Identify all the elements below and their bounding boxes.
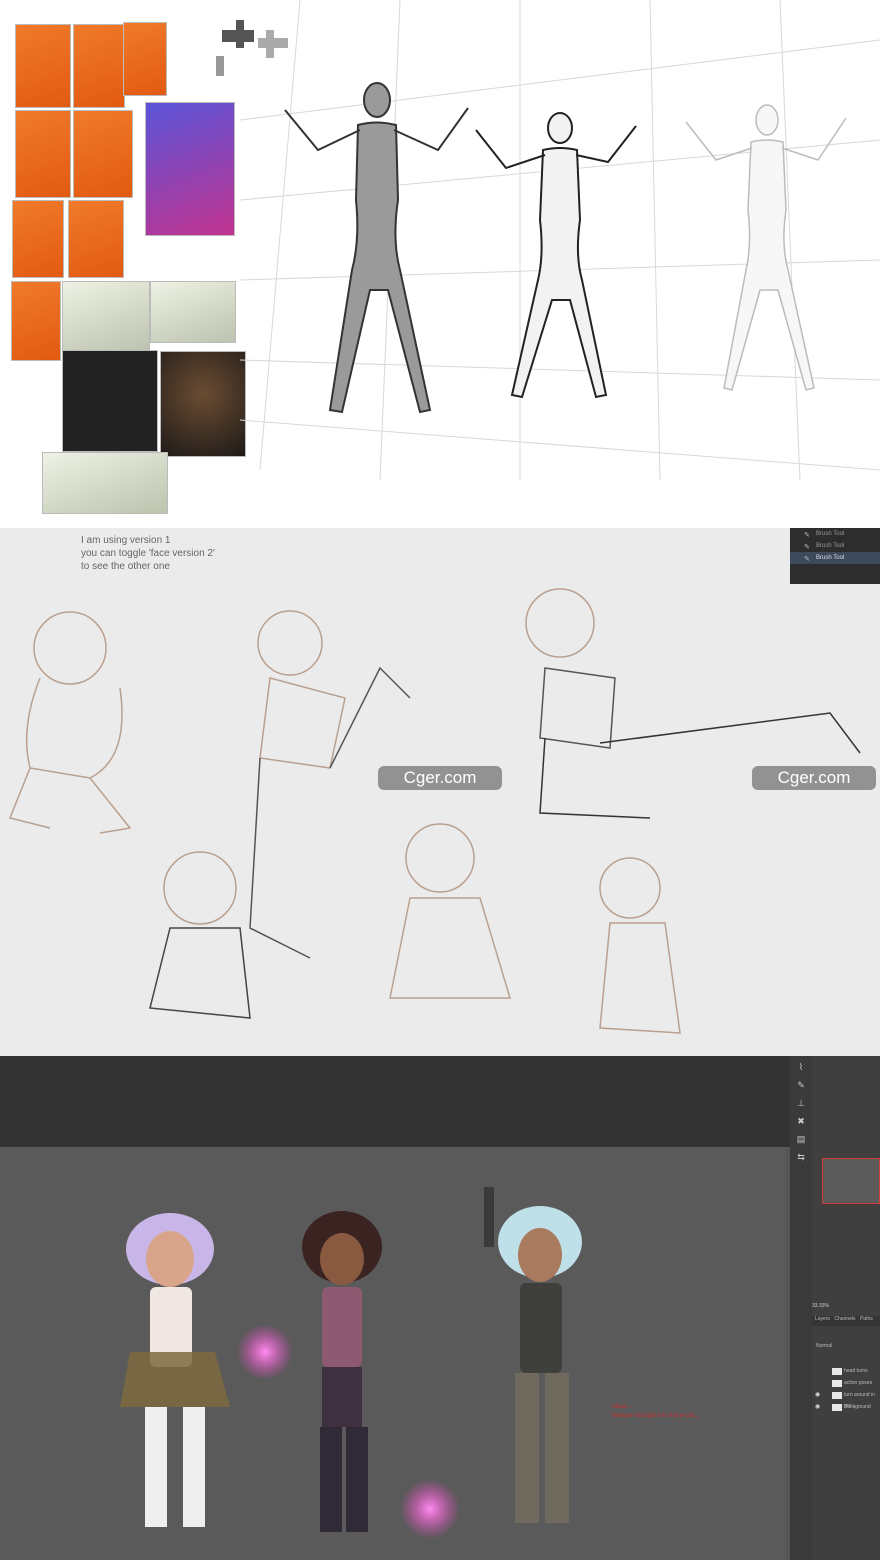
character-design	[120, 1213, 293, 1527]
sketch-torso	[389, 897, 512, 999]
visibility-eye-icon[interactable]: ◉	[815, 1402, 820, 1413]
swap-tool-icon[interactable]: ⇆	[790, 1150, 812, 1164]
note-line: to see the other one	[81, 561, 170, 572]
sketch-head	[525, 588, 595, 658]
blend-mode-label: Normal	[816, 1343, 833, 1349]
history-item-label: Brush Tool	[816, 543, 845, 549]
history-panel: ✎ Brush Tool ✎ Brush Tool ✎ Brush Tool	[790, 528, 880, 584]
tab-channels[interactable]: Channels	[834, 1316, 855, 1322]
layer-row[interactable]: ◉ Background	[812, 1402, 880, 1413]
photoshop-top-bar	[0, 1056, 790, 1147]
history-item[interactable]: ✎ Brush Tool	[790, 540, 880, 552]
action-sketch-canvas	[8, 588, 861, 1034]
pose-figure	[685, 104, 847, 391]
history-item[interactable]: ✎ Brush Tool	[790, 528, 880, 540]
blend-mode-select[interactable]: Normal	[812, 1341, 880, 1352]
weapon-rifle	[484, 1187, 494, 1247]
watermark: Cger.com	[378, 766, 502, 790]
red-annotation-line: Ideas...	[612, 1404, 632, 1410]
brush-swatch	[236, 20, 244, 48]
history-item-label: Brush Tool	[816, 555, 845, 561]
panel-tool-icon[interactable]: ▤	[790, 1132, 812, 1146]
layer-note: I am using version 1 you can toggle 'fac…	[81, 534, 215, 573]
tool-icon[interactable]: ⌇	[790, 1060, 812, 1074]
pose-figure	[475, 112, 637, 399]
watermark: Cger.com	[752, 766, 876, 790]
zoom-level[interactable]: 33.33%	[812, 1303, 829, 1309]
action-poses-panel	[0, 528, 880, 1056]
sketch-torso	[149, 927, 251, 1019]
character-design	[302, 1211, 460, 1539]
navigator-thumbnail[interactable]	[822, 1158, 880, 1204]
sketch-head	[405, 823, 475, 893]
brush-swatch	[266, 30, 274, 58]
red-annotation: Ideas... Weapon brought into frame pol..…	[612, 1403, 699, 1421]
sketch-head	[163, 851, 237, 925]
sketch-head	[599, 857, 661, 919]
reference-board-panel	[0, 0, 880, 528]
sketch-legs	[249, 666, 411, 959]
character-designs	[120, 1187, 582, 1539]
sketch-torso	[259, 677, 346, 769]
layer-row[interactable]: head turns	[812, 1366, 880, 1377]
layer-name: action poses	[844, 1380, 873, 1386]
layer-row[interactable]: action poses	[812, 1378, 880, 1389]
brush-swatch	[216, 56, 224, 76]
sketch-torso	[599, 922, 681, 1034]
character-design	[484, 1187, 582, 1523]
layer-row[interactable]: ◉ turn around in pro...	[812, 1390, 880, 1409]
sketch-torso	[25, 677, 123, 779]
layer-thumbnail	[832, 1404, 842, 1411]
sketch-torso	[539, 667, 616, 749]
red-annotation-line: Weapon brought into frame pol...	[612, 1413, 700, 1419]
sketch-head	[33, 611, 107, 685]
history-item-label: Brush Tool	[816, 531, 845, 537]
layer-tabs: Layers Channels Paths	[812, 1316, 880, 1326]
layer-name: head turns	[844, 1368, 868, 1374]
layer-name: Background	[844, 1404, 871, 1410]
sketch-head	[257, 610, 323, 676]
tab-paths[interactable]: Paths	[860, 1316, 873, 1322]
brush-icon: ✎	[804, 556, 810, 563]
eraser-tool-icon[interactable]: ✖	[790, 1114, 812, 1128]
layer-thumbnail	[832, 1368, 842, 1375]
note-line: you can toggle 'face version 2'	[81, 548, 215, 559]
brush-tool-icon[interactable]: ✎	[790, 1078, 812, 1092]
history-item-selected[interactable]: ✎ Brush Tool	[790, 552, 880, 564]
toolbar-strip: ⌇ ✎ ⊥ ✖ ▤ ⇆	[790, 1056, 812, 1560]
layer-thumbnail	[832, 1392, 842, 1399]
sketch-legs	[8, 767, 132, 834]
pose-sketch-canvas	[216, 0, 880, 481]
character-canvas	[0, 1147, 786, 1560]
stamp-tool-icon[interactable]: ⊥	[790, 1096, 812, 1110]
tab-layers[interactable]: Layers	[815, 1316, 830, 1322]
layer-thumbnail	[832, 1380, 842, 1387]
visibility-eye-icon[interactable]: ◉	[815, 1390, 820, 1401]
note-line: I am using version 1	[81, 535, 171, 546]
